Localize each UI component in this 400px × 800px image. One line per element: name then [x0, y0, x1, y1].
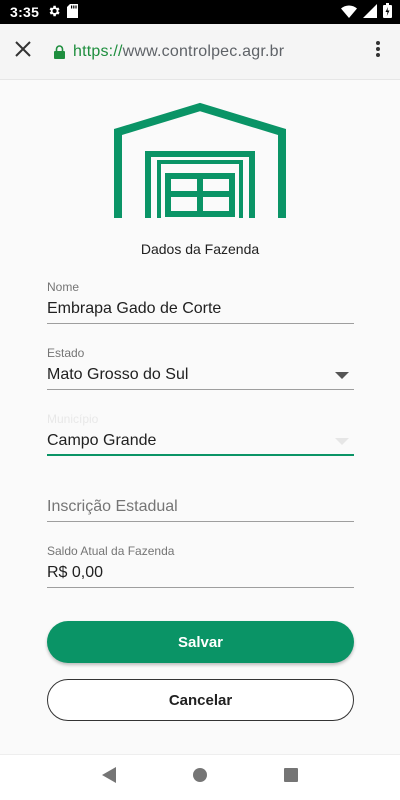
- nome-field[interactable]: Nome Embrapa Gado de Corte: [47, 280, 354, 324]
- municipio-value-text: Campo Grande: [47, 432, 157, 449]
- nome-value[interactable]: Embrapa Gado de Corte: [47, 299, 354, 319]
- lock-icon: [54, 44, 65, 59]
- nome-underline: [47, 323, 354, 324]
- browser-toolbar: https://www.controlpec.agr.br: [0, 24, 400, 80]
- wifi-icon: [341, 4, 357, 21]
- save-button[interactable]: Salvar: [47, 621, 354, 663]
- url-scheme: https://: [73, 42, 123, 60]
- gear-icon: [47, 4, 61, 21]
- saldo-value-text: R$ 0,00: [47, 564, 104, 581]
- saldo-label: Saldo Atual da Fazenda: [47, 544, 175, 558]
- saldo-field[interactable]: Saldo Atual da Fazenda R$ 0,00: [47, 544, 354, 588]
- inscricao-value[interactable]: Inscrição Estadual: [47, 497, 354, 517]
- municipio-select[interactable]: Município Campo Grande: [47, 412, 354, 456]
- estado-select[interactable]: Estado Mato Grosso do Sul: [47, 346, 354, 390]
- status-time: 3:35: [10, 4, 40, 20]
- url-host: www.controlpec.agr.br: [122, 42, 285, 60]
- battery-icon: [383, 3, 392, 21]
- estado-value-text: Mato Grosso do Sul: [47, 366, 189, 383]
- overflow-menu-button[interactable]: [356, 24, 400, 80]
- dropdown-arrow-icon: [335, 366, 349, 384]
- municipio-underline: [47, 454, 354, 456]
- nome-value-text: Embrapa Gado de Corte: [47, 300, 222, 317]
- municipio-value[interactable]: Campo Grande: [47, 431, 354, 451]
- inscricao-label-spacer: [47, 478, 354, 492]
- estado-underline: [47, 389, 354, 390]
- recents-square-icon: [283, 768, 298, 787]
- system-nav-bar: [0, 754, 400, 800]
- estado-value[interactable]: Mato Grosso do Sul: [47, 365, 354, 385]
- cellular-icon: [363, 3, 377, 21]
- more-vert-icon: [376, 41, 380, 62]
- home-circle-icon: [192, 768, 207, 787]
- saldo-value[interactable]: R$ 0,00: [47, 563, 354, 583]
- barn-icon: [113, 102, 287, 225]
- estado-label: Estado: [47, 346, 85, 360]
- dropdown-arrow-icon: [335, 432, 349, 450]
- sd-card-icon: [67, 3, 79, 21]
- back-triangle-icon: [102, 767, 117, 788]
- inscricao-underline: [47, 521, 354, 522]
- back-button[interactable]: [94, 763, 124, 793]
- nome-label: Nome: [47, 280, 80, 294]
- inscricao-estadual-input[interactable]: Inscrição Estadual: [47, 478, 354, 522]
- close-icon: [15, 41, 31, 62]
- cancel-button[interactable]: Cancelar: [47, 679, 354, 721]
- url-bar[interactable]: https://www.controlpec.agr.br: [73, 43, 284, 61]
- page-subtitle: Dados da Fazenda: [140, 241, 260, 257]
- close-button[interactable]: [0, 24, 46, 80]
- saldo-underline: [47, 587, 354, 588]
- page-content: Dados da Fazenda Nome Embrapa Gado de Co…: [0, 80, 400, 754]
- inscricao-placeholder: Inscrição Estadual: [47, 498, 178, 515]
- municipio-label: Município: [47, 412, 99, 426]
- home-button[interactable]: [185, 763, 215, 793]
- recents-button[interactable]: [276, 763, 306, 793]
- status-bar: 3:35: [0, 0, 400, 24]
